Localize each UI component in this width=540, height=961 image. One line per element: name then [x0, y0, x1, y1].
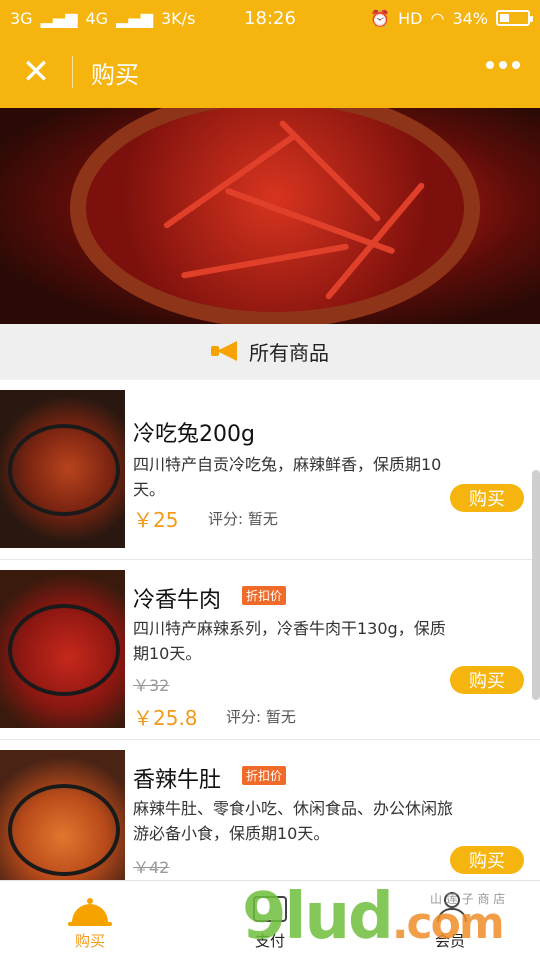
product-description: 麻辣牛肚、零食小吃、休闲食品、办公休闲旅游必备小食，保质期10天。	[133, 799, 454, 843]
navigation-bar: ✕ 购买	[0, 36, 540, 108]
banner-image	[0, 108, 540, 324]
buy-button[interactable]: 购买	[450, 484, 524, 512]
product-name: 香辣牛肚	[133, 768, 222, 793]
watermark-text: 9lud	[242, 880, 394, 954]
more-dots-icon	[486, 61, 494, 69]
signal-4g: 4G	[85, 8, 109, 28]
network-speed: 3K/s	[161, 8, 196, 28]
battery-percent: 34%	[452, 8, 488, 28]
more-button[interactable]	[486, 61, 520, 69]
status-right: ⏰ HD ◠ 34%	[370, 8, 533, 28]
product-name: 冷吃兔200g	[133, 422, 255, 447]
cloche-icon	[68, 898, 112, 926]
discount-tag: 折扣价	[242, 586, 287, 605]
product-item[interactable]: 冷吃兔200g 四川特产自贡冷吃兔，麻辣鲜香，保质期10天。 ￥25 评分: 暂…	[0, 380, 540, 560]
signal-bars-icon: ▂▄▆	[40, 8, 78, 28]
original-price: ￥32	[133, 676, 170, 695]
watermark-small: 山 莲 子 商 店	[430, 892, 506, 906]
product-rating: 评分: 暂无	[208, 510, 278, 528]
wifi-icon: ◠	[430, 8, 445, 28]
scrollbar[interactable]	[532, 470, 540, 700]
banner-bowl	[70, 108, 480, 324]
product-name: 冷香牛肉	[133, 588, 222, 613]
status-time: 18:26	[244, 7, 296, 29]
product-item[interactable]: 冷香牛肉 折扣价 四川特产麻辣系列，冷香牛肉干130g，保质期10天。 ￥32 …	[0, 560, 540, 740]
more-dot	[499, 61, 507, 69]
close-icon: ✕	[21, 52, 51, 92]
product-item[interactable]: 香辣牛肚 折扣价 麻辣牛肚、零食小吃、休闲食品、办公休闲旅游必备小食，保质期10…	[0, 740, 540, 880]
more-dot	[512, 61, 520, 69]
buy-button[interactable]: 购买	[450, 666, 524, 694]
status-bar: 3G ▂▄▆ 4G ▂▄▆ 3K/s 18:26 ⏰ HD ◠ 34%	[0, 0, 540, 36]
section-header: 所有商品	[0, 324, 540, 378]
section-title: 所有商品	[249, 340, 329, 365]
product-price: ￥25.8	[133, 706, 198, 730]
battery-icon	[496, 10, 533, 26]
signal-3g: 3G	[10, 8, 33, 28]
product-list: 冷吃兔200g 四川特产自贡冷吃兔，麻辣鲜香，保质期10天。 ￥25 评分: 暂…	[0, 380, 540, 880]
product-plate	[8, 784, 120, 876]
product-plate	[8, 604, 120, 696]
signal-bars-icon: ▂▄▆	[116, 8, 153, 28]
close-button[interactable]: ✕	[0, 36, 72, 108]
product-price: ￥25	[133, 508, 179, 532]
product-description: 四川特产自贡冷吃兔，麻辣鲜香，保质期10天。	[133, 455, 442, 499]
hd-indicator: HD	[398, 8, 423, 28]
product-description: 四川特产麻辣系列，冷香牛肉干130g，保质期10天。	[133, 619, 446, 663]
status-left: 3G ▂▄▆ 4G ▂▄▆ 3K/s	[10, 9, 195, 28]
alarm-icon: ⏰	[370, 8, 391, 28]
tab-label: 购买	[74, 932, 105, 950]
discount-tag: 折扣价	[242, 766, 287, 785]
nav-divider	[72, 56, 73, 88]
product-rating: 评分: 暂无	[226, 708, 296, 726]
battery-fill	[500, 14, 509, 22]
product-image[interactable]	[0, 750, 125, 880]
megaphone-icon	[211, 339, 239, 363]
product-plate	[8, 424, 120, 516]
product-image[interactable]	[0, 390, 125, 548]
original-price: ￥42	[133, 858, 170, 877]
buy-button[interactable]: 购买	[450, 846, 524, 874]
tab-buy[interactable]: 购买	[0, 881, 180, 961]
product-image[interactable]	[0, 570, 125, 728]
page-title: 购买	[91, 60, 139, 89]
